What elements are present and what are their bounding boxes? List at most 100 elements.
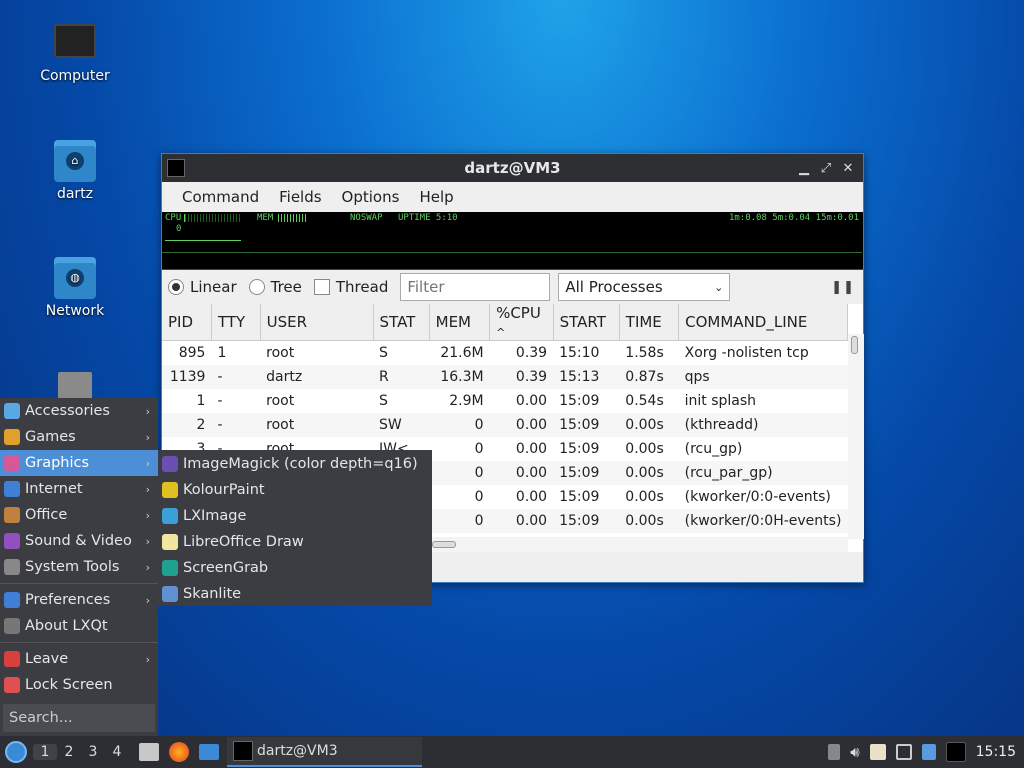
column-header[interactable]: USER — [260, 304, 374, 341]
table-row[interactable]: 2- root SW 0 0.00 15:09 0.00s (kthreadd) — [162, 412, 848, 437]
battery-icon[interactable] — [828, 744, 841, 760]
column-header[interactable]: TIME — [619, 304, 680, 341]
show-desktop-icon[interactable] — [199, 744, 219, 760]
app-label: ScreenGrab — [183, 560, 269, 576]
table-cell: 16.3M — [429, 364, 490, 389]
desktop-switch-4[interactable]: 4 — [105, 744, 129, 760]
desktop-switch-3[interactable]: 3 — [81, 744, 105, 760]
scroll-thumb[interactable] — [432, 541, 456, 548]
table-cell: 15:09 — [559, 488, 600, 505]
table-cell: 0.00 — [489, 412, 554, 437]
column-header-sorted[interactable]: %CPU ^ — [489, 304, 554, 341]
menu-fields[interactable]: Fields — [269, 188, 331, 206]
start-menu-item[interactable]: Internet › — [0, 476, 158, 502]
graphics-app-item[interactable]: LibreOffice Draw — [158, 529, 432, 555]
table-row[interactable]: 1- root S 2.9M 0.00 15:09 0.54s init splash — [162, 389, 848, 413]
table-cell: (rcu_gp) — [684, 440, 743, 457]
start-menu-item[interactable]: Preferences › — [0, 587, 158, 613]
chevron-right-icon: › — [145, 593, 150, 607]
desktop-icon-computer[interactable]: Computer — [20, 24, 130, 84]
close-icon[interactable]: ✕ — [841, 161, 855, 176]
table-cell: 21.6M — [440, 344, 484, 361]
scroll-thumb[interactable] — [851, 336, 858, 354]
start-menu-item[interactable]: Games › — [0, 424, 158, 450]
table-cell: 0.00 — [489, 508, 554, 533]
volume-icon[interactable]: 🔊︎ — [850, 743, 859, 761]
table-cell: qps — [678, 364, 848, 389]
linear-radio[interactable]: Linear — [168, 278, 237, 296]
clipboard-icon[interactable] — [869, 744, 886, 760]
start-menu-item-label: Graphics — [25, 455, 90, 471]
table-cell: 0.00 — [515, 488, 548, 505]
table-cell: SW — [373, 412, 430, 437]
category-icon — [4, 651, 20, 667]
menu-options[interactable]: Options — [332, 188, 410, 206]
firefox-icon[interactable] — [169, 742, 189, 762]
start-menu-item[interactable]: Sound & Video › — [0, 528, 158, 554]
column-header[interactable]: STAT — [373, 304, 430, 341]
app-icon — [162, 508, 178, 524]
thread-label: Thread — [335, 278, 389, 296]
desktop-icon-home[interactable]: ⌂ dartz — [20, 140, 130, 202]
desktop-icon-label: Computer — [40, 68, 110, 84]
table-cell: - — [217, 392, 223, 409]
table-cell: 1.58s — [625, 344, 664, 361]
clock[interactable]: 15:15 — [976, 744, 1016, 760]
vertical-scrollbar[interactable] — [848, 334, 864, 539]
table-cell: 2.9M — [449, 392, 484, 409]
start-menu-item[interactable]: Graphics › — [0, 450, 158, 476]
graphics-app-item[interactable]: Skanlite — [158, 581, 432, 607]
start-menu-item[interactable]: Accessories › — [0, 398, 158, 424]
process-filter-select[interactable]: All Processes ⌄ — [558, 273, 731, 301]
table-cell: (kthreadd) — [678, 412, 848, 437]
table-cell: R — [373, 364, 430, 389]
table-cell: 0.00 — [515, 440, 548, 457]
minimize-icon[interactable]: ▁ — [797, 161, 811, 176]
start-menu-item[interactable]: Leave › — [0, 646, 158, 672]
graphics-app-item[interactable]: ScreenGrab — [158, 555, 432, 581]
column-header[interactable]: MEM — [429, 304, 491, 341]
maximize-icon[interactable]: ⤢ — [819, 161, 833, 176]
lxqt-start-icon[interactable] — [5, 741, 27, 763]
window-title: dartz@VM3 — [464, 159, 561, 177]
app-label: Skanlite — [183, 586, 242, 602]
column-header[interactable]: PID — [162, 304, 212, 341]
column-header[interactable]: COMMAND_LINE — [678, 304, 848, 341]
start-menu-item[interactable]: Office › — [0, 502, 158, 528]
thread-checkbox[interactable]: Thread — [313, 278, 389, 296]
start-menu-item[interactable]: Lock Screen — [0, 672, 158, 698]
column-header[interactable]: START — [553, 304, 620, 341]
graphics-app-item[interactable]: LXImage — [158, 503, 432, 529]
filter-input[interactable] — [400, 273, 551, 301]
table-cell: init splash — [684, 392, 757, 409]
network-icon[interactable] — [895, 744, 912, 760]
file-manager-icon[interactable] — [139, 743, 159, 761]
chevron-right-icon: › — [145, 534, 150, 548]
table-cell: - — [211, 412, 261, 437]
table-row[interactable]: 1139- dartz R 16.3M 0.39 15:13 0.87s qps — [162, 364, 848, 389]
graphics-app-item[interactable]: ImageMagick (color depth=q16) — [158, 451, 432, 477]
category-icon — [4, 507, 20, 523]
category-icon — [4, 533, 20, 549]
start-menu-item[interactable]: System Tools › — [0, 554, 158, 580]
desktop-icon-network[interactable]: ◍ Network — [20, 257, 130, 319]
table-cell: 15:10 — [559, 344, 600, 361]
start-menu-item-label: Preferences — [25, 592, 111, 608]
window-titlebar[interactable]: dartz@VM3 ▁ ⤢ ✕ — [162, 154, 863, 182]
pause-icon[interactable]: ❚❚ — [831, 280, 855, 295]
terminal-tray-icon[interactable] — [945, 742, 966, 762]
menu-command[interactable]: Command — [172, 188, 269, 206]
radio-icon — [248, 279, 265, 295]
graphics-app-item[interactable]: KolourPaint — [158, 477, 432, 503]
desktop-switch-1[interactable]: 1 — [33, 744, 57, 760]
menu-help[interactable]: Help — [409, 188, 463, 206]
menu-search-input[interactable]: Search... — [3, 704, 155, 732]
notification-icon[interactable] — [921, 744, 936, 760]
start-menu-item-label: System Tools — [25, 559, 120, 575]
taskbar-window-button[interactable]: dartz@VM3 — [227, 737, 422, 767]
tree-radio[interactable]: Tree — [248, 278, 302, 296]
table-row[interactable]: 895 1 root S 21.6M 0.39 15:10 1.58s Xorg -nolist… — [162, 341, 848, 365]
desktop-switch-2[interactable]: 2 — [57, 744, 81, 760]
start-menu-item[interactable]: About LXQt — [0, 613, 158, 639]
column-header[interactable]: TTY — [211, 304, 261, 341]
